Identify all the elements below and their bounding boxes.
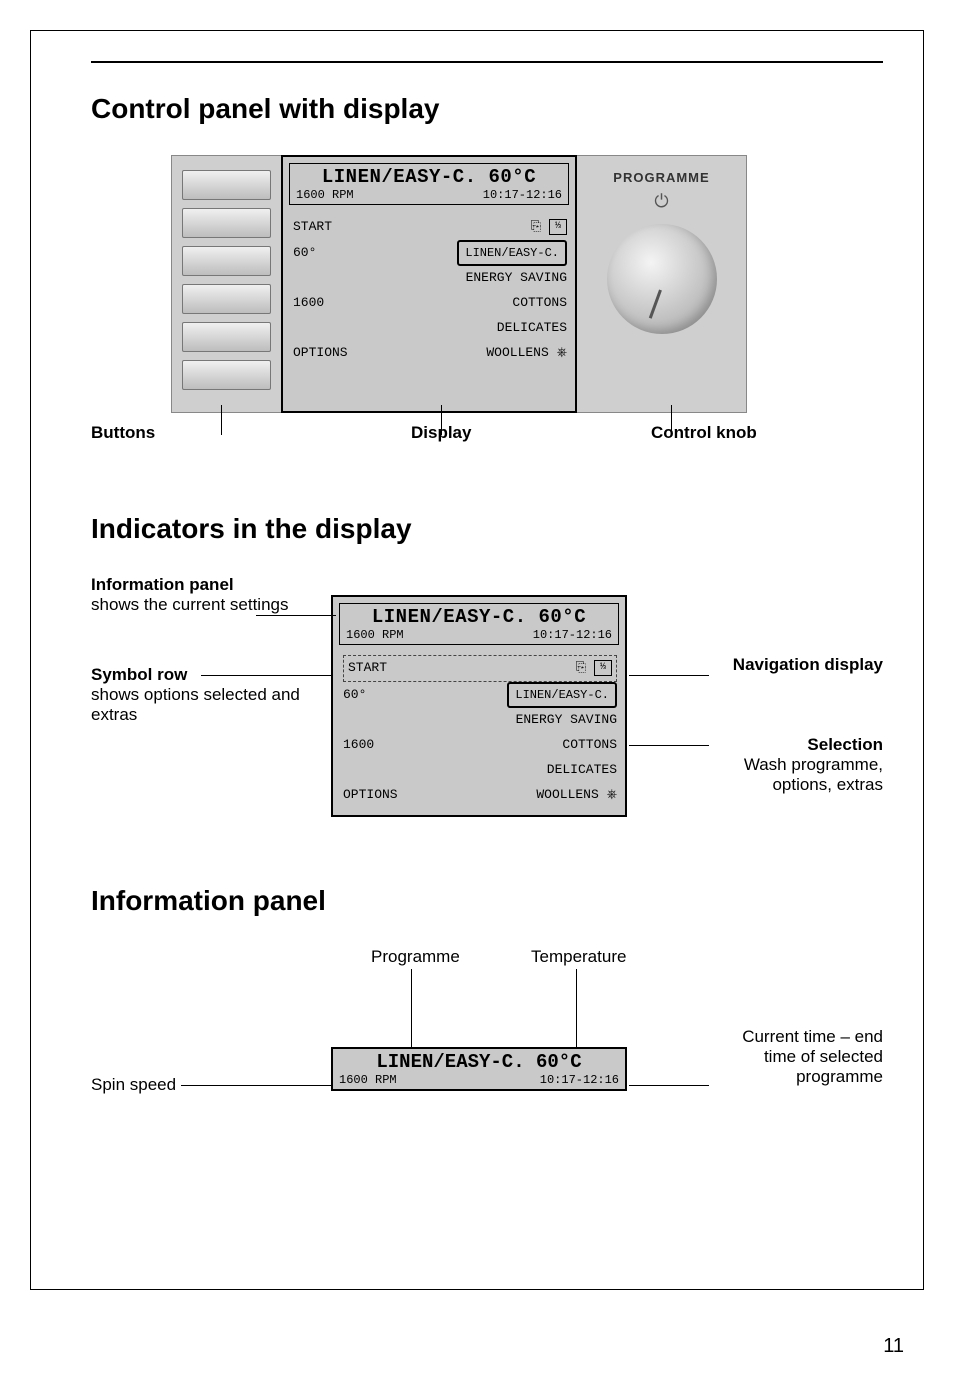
physical-button[interactable] xyxy=(182,322,271,352)
physical-button[interactable] xyxy=(182,208,271,238)
mini-title: LINEN/EASY-C. 60°C xyxy=(339,1051,619,1073)
lbl-temperature: Temperature xyxy=(531,947,626,967)
buttons-column xyxy=(171,155,281,413)
lbl-spin-speed: Spin speed xyxy=(91,1075,176,1095)
prog-delicates: DELICATES xyxy=(497,316,567,341)
info-title-2: LINEN/EASY-C. 60°C xyxy=(346,606,612,628)
row-options: OPTIONS xyxy=(293,341,348,366)
prog-delicates-2: DELICATES xyxy=(547,758,617,783)
lbl-navigation-display: Navigation display xyxy=(683,655,883,675)
row-start-2: START xyxy=(348,656,387,681)
lbl-symbol-row-desc: shows options selected and extras xyxy=(91,685,300,724)
row-spin: 1600 xyxy=(293,291,324,316)
lbl-selection: Selection xyxy=(683,735,883,755)
physical-button[interactable] xyxy=(182,284,271,314)
fraction-icon: ⅓ xyxy=(549,219,567,235)
mini-time: 10:17-12:16 xyxy=(540,1073,619,1087)
row-options-2: OPTIONS xyxy=(343,783,398,808)
knob-column: PROGRAMME ⏻ xyxy=(577,155,747,413)
prog-cottons: COTTONS xyxy=(512,291,567,316)
info-time-2: 10:17-12:16 xyxy=(533,628,612,642)
label-control-knob: Control knob xyxy=(651,423,757,443)
info-rpm: 1600 RPM xyxy=(296,188,354,202)
info-panel: LINEN/EASY-C. 60°C 1600 RPM 10:17-12:16 xyxy=(289,163,569,205)
section-title-info-panel: Information panel xyxy=(91,885,883,917)
physical-button[interactable] xyxy=(182,246,271,276)
prog-woollens-2: WOOLLENS ⎈ xyxy=(536,783,617,808)
row-temp: 60° xyxy=(293,241,316,266)
mini-rpm: 1600 RPM xyxy=(339,1073,397,1087)
lcd-display: LINEN/EASY-C. 60°C 1600 RPM 10:17-12:16 … xyxy=(281,155,577,413)
lbl-programme: Programme xyxy=(371,947,460,967)
figure-indicators: LINEN/EASY-C. 60°C 1600 RPM 10:17-12:16 … xyxy=(91,575,883,885)
lbl-selection-desc: Wash programme, options, extras xyxy=(744,755,883,794)
fraction-icon-2: ⅓ xyxy=(594,660,612,676)
lbl-information-panel: Information panel xyxy=(91,575,301,595)
row-start: START xyxy=(293,215,332,240)
section-title-indicators: Indicators in the display xyxy=(91,513,883,545)
knob-title: PROGRAMME xyxy=(577,170,746,185)
info-panel-mini: LINEN/EASY-C. 60°C 1600 RPM 10:17-12:16 xyxy=(331,1047,627,1091)
physical-button[interactable] xyxy=(182,170,271,200)
prog-energy: ENERGY SAVING xyxy=(466,266,567,291)
selected-program-2: LINEN/EASY-C. xyxy=(507,682,617,709)
selected-program: LINEN/EASY-C. xyxy=(457,240,567,267)
info-time: 10:17-12:16 xyxy=(483,188,562,202)
symbol-icon-2: ⎘ xyxy=(576,660,586,675)
control-knob[interactable] xyxy=(607,224,717,334)
lbl-current-time: Current time – end time of selected prog… xyxy=(713,1027,883,1087)
label-display: Display xyxy=(411,423,471,443)
section-title-control-panel: Control panel with display xyxy=(91,93,883,125)
info-rpm-2: 1600 RPM xyxy=(346,628,404,642)
power-icon: ⏻ xyxy=(577,191,746,212)
symbol-icon: ⎘ xyxy=(531,219,541,234)
lbl-information-panel-desc: shows the current settings xyxy=(91,595,288,614)
info-title: LINEN/EASY-C. 60°C xyxy=(296,166,562,188)
row-temp-2: 60° xyxy=(343,683,366,708)
prog-cottons-2: COTTONS xyxy=(562,733,617,758)
row-spin-2: 1600 xyxy=(343,733,374,758)
figure-control-panel: LINEN/EASY-C. 60°C 1600 RPM 10:17-12:16 … xyxy=(91,155,883,463)
lcd-display-2: LINEN/EASY-C. 60°C 1600 RPM 10:17-12:16 … xyxy=(331,595,627,817)
page-number: 11 xyxy=(883,1335,904,1358)
physical-button[interactable] xyxy=(182,360,271,390)
label-buttons: Buttons xyxy=(91,423,155,443)
figure-info-panel: Programme Temperature LINEN/EASY-C. 60°C… xyxy=(91,947,883,1147)
prog-woollens: WOOLLENS ⎈ xyxy=(486,341,567,366)
prog-energy-2: ENERGY SAVING xyxy=(516,708,617,733)
